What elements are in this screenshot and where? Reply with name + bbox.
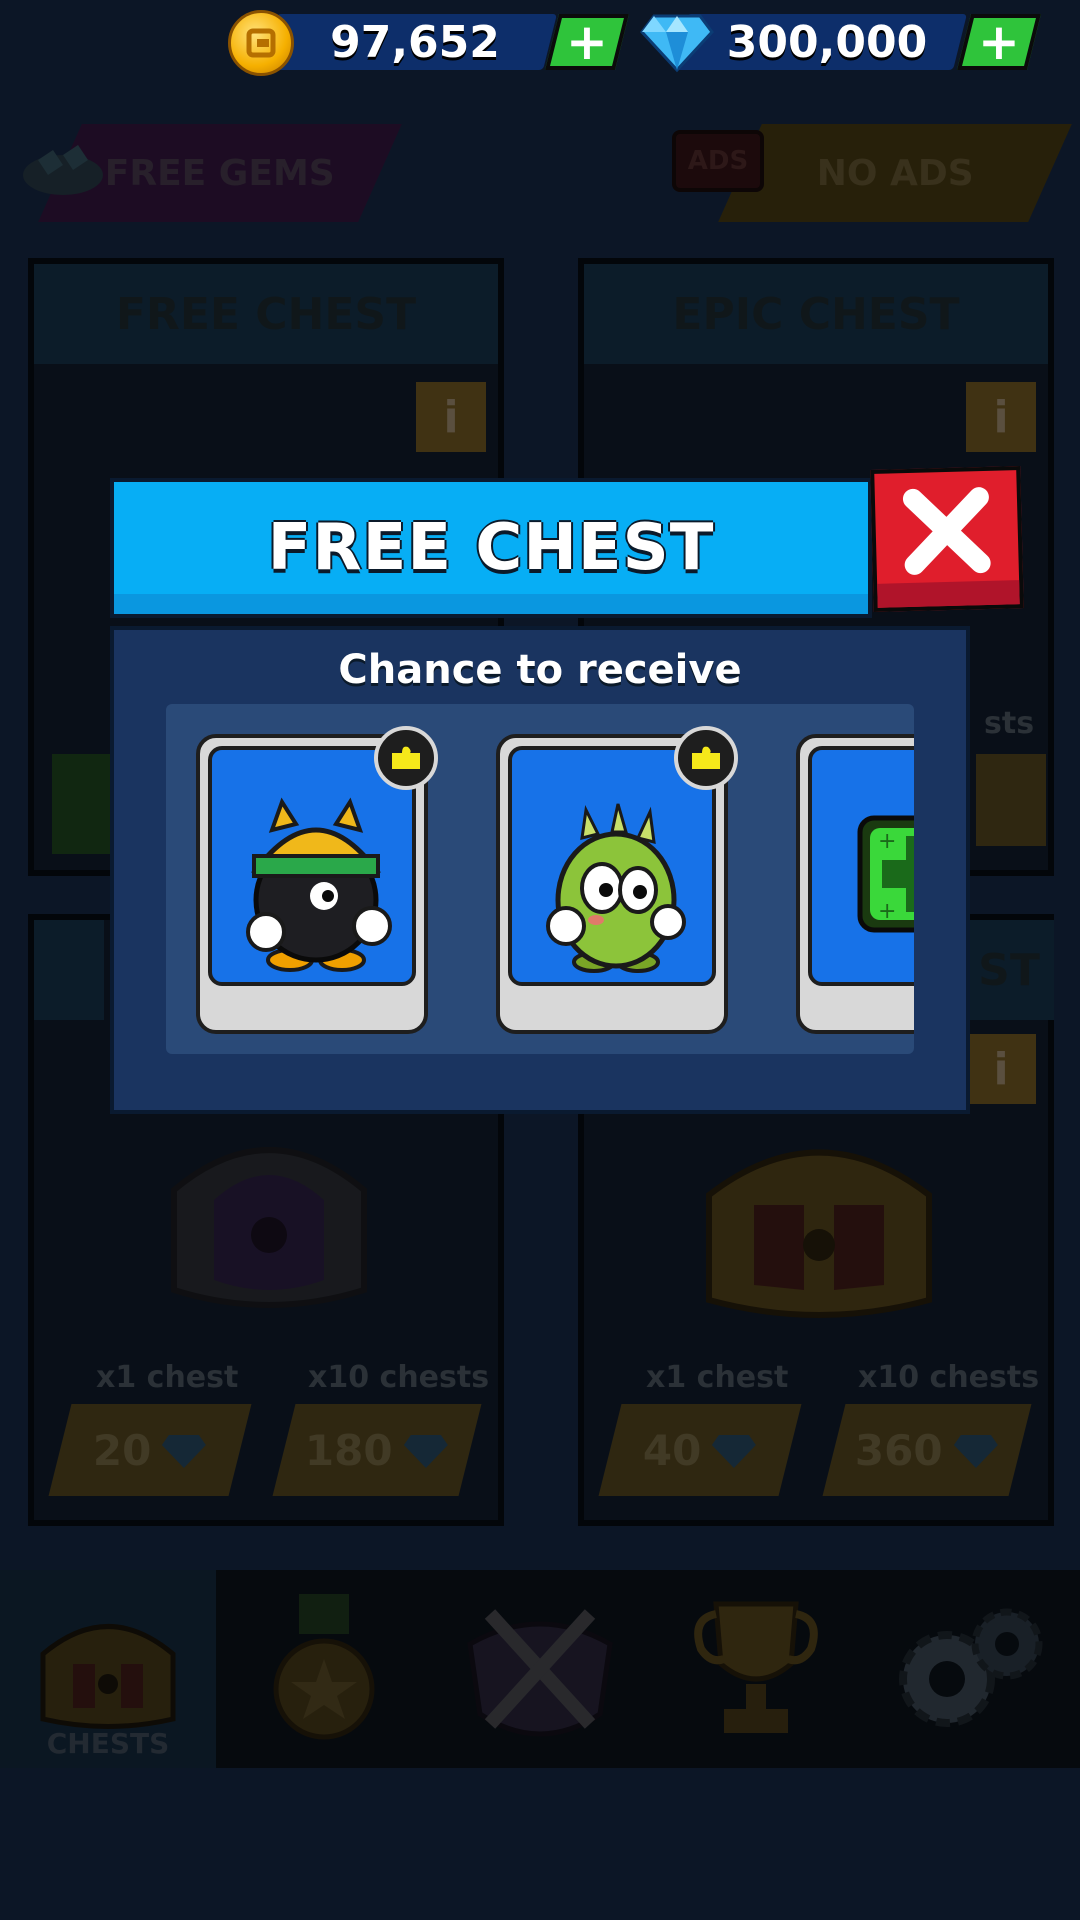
gem-icon — [712, 1434, 757, 1467]
chest-icon — [40, 1624, 176, 1729]
left-x10-price: 180 — [305, 1425, 393, 1475]
left-x1-buy-button[interactable]: 20 — [48, 1404, 252, 1496]
cactus-character — [546, 803, 686, 973]
ads-blocked-icon: ADS — [672, 130, 764, 192]
gem-icon — [953, 1434, 998, 1467]
left-x1-label: x1 chest — [96, 1360, 239, 1395]
trophy-icon — [694, 1601, 818, 1733]
no-ads-label: NO ADS — [816, 152, 974, 194]
gem-icon — [403, 1434, 448, 1467]
ads-badge-label: ADS — [687, 146, 749, 176]
right-x1-label: x1 chest — [646, 1360, 789, 1395]
modal-title: FREE CHEST — [267, 511, 715, 585]
free-chest-info-button[interactable]: i — [416, 382, 486, 452]
close-button[interactable] — [870, 466, 1024, 612]
reward-card[interactable]: + + — [796, 734, 914, 1034]
info-icon: i — [443, 391, 459, 443]
puzzle-piece-icon — [674, 726, 738, 790]
free-gems-label: FREE GEMS — [105, 152, 335, 194]
no-ads-banner[interactable]: NO ADS — [718, 124, 1072, 222]
right-chest-info-button[interactable]: i — [966, 1034, 1036, 1104]
epic-chest-panel-title: EPIC CHEST — [672, 288, 960, 340]
reward-card[interactable] — [496, 726, 738, 1034]
free-chest-panel-header: FREE CHEST — [34, 264, 498, 364]
info-icon: i — [993, 1043, 1009, 1095]
epic-chest-panel-header: EPIC CHEST — [584, 264, 1048, 364]
modal-subtitle: Chance to receive — [338, 647, 742, 693]
left-x10-label: x10 chests — [308, 1360, 490, 1395]
purple-chest-image — [154, 1120, 384, 1320]
svg-text:+: + — [878, 829, 896, 854]
right-x1-price: 40 — [642, 1425, 702, 1475]
right-x10-label: x10 chests — [858, 1360, 1040, 1395]
right-x10-price: 360 — [855, 1425, 943, 1475]
medal-icon — [273, 1594, 375, 1740]
epic-chest-buy-button[interactable] — [976, 754, 1046, 846]
left-x10-buy-button[interactable]: 180 — [272, 1404, 482, 1496]
epic-chest-count-label: sts — [984, 706, 1035, 741]
tab-battle[interactable] — [432, 1570, 648, 1768]
info-icon: i — [993, 391, 1009, 443]
gem-icon — [162, 1434, 207, 1467]
golden-chest-image — [694, 1120, 944, 1330]
tab-chests-label: CHESTS — [46, 1727, 170, 1760]
reward-card-art: + + — [808, 746, 914, 986]
gems-pile-icon — [18, 130, 108, 200]
tab-medals[interactable] — [216, 1570, 432, 1768]
epic-chest-info-button[interactable]: i — [966, 382, 1036, 452]
gears-icon — [899, 1608, 1043, 1727]
right-panel-title-partial: ST — [978, 944, 1040, 996]
tab-trophies[interactable] — [648, 1570, 864, 1768]
helmet-bomb-character — [246, 797, 392, 972]
left-x1-price: 20 — [92, 1425, 152, 1475]
health-boost-item: + + — [857, 815, 914, 933]
tab-chests[interactable]: CHESTS — [0, 1570, 216, 1768]
right-x10-buy-button[interactable]: 360 — [822, 1404, 1032, 1496]
right-panel-header: ST — [964, 920, 1054, 1020]
svg-text:+: + — [878, 899, 896, 924]
tab-settings[interactable] — [864, 1570, 1080, 1768]
crossed-swords-icon — [467, 1609, 613, 1737]
bottom-nav: CHESTS — [0, 1570, 1080, 1768]
close-icon — [874, 470, 1019, 592]
right-x1-buy-button[interactable]: 40 — [598, 1404, 802, 1496]
puzzle-piece-icon — [374, 726, 438, 790]
reward-card[interactable] — [196, 726, 438, 1034]
free-chest-panel-title: FREE CHEST — [115, 288, 417, 340]
left-panel-header — [34, 920, 104, 1020]
reward-carousel[interactable]: + + — [166, 704, 914, 1054]
